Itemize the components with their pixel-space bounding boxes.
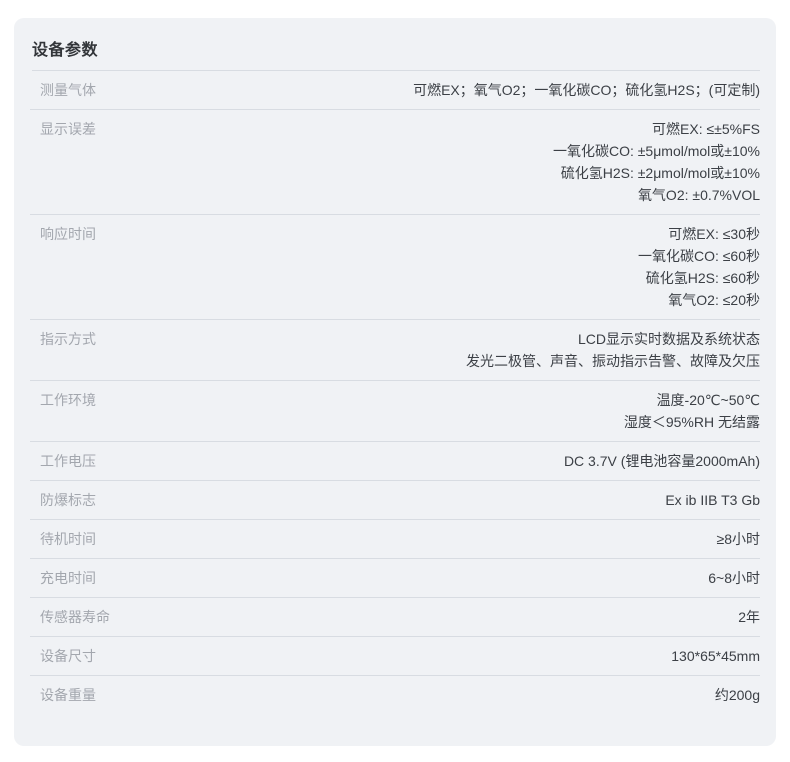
spec-row: 响应时间可燃EX: ≤30秒一氧化碳CO: ≤60秒硫化氢H2S: ≤60秒氧气… — [30, 215, 760, 320]
spec-value-line: 湿度＜95%RH 无结露 — [190, 411, 760, 433]
spec-value-line: 硫化氢H2S: ≤60秒 — [190, 267, 760, 289]
spec-label: 设备尺寸 — [40, 645, 190, 667]
spec-table: 测量气体可燃EX；氧气O2；一氧化碳CO；硫化氢H2S；(可定制)显示误差可燃E… — [30, 71, 760, 714]
spec-label: 测量气体 — [40, 79, 190, 101]
spec-row: 工作环境温度-20℃~50℃湿度＜95%RH 无结露 — [30, 381, 760, 442]
spec-value-line: 一氧化碳CO: ≤60秒 — [190, 245, 760, 267]
spec-value-line: 可燃EX: ≤±5%FS — [190, 118, 760, 140]
spec-value-line: 氧气O2: ±0.7%VOL — [190, 184, 760, 206]
spec-value: 温度-20℃~50℃湿度＜95%RH 无结露 — [190, 389, 760, 433]
spec-value-line: 130*65*45mm — [190, 645, 760, 667]
spec-value-line: 温度-20℃~50℃ — [190, 389, 760, 411]
spec-value-line: 氧气O2: ≤20秒 — [190, 289, 760, 311]
spec-label: 防爆标志 — [40, 489, 190, 511]
spec-value: ≥8小时 — [190, 528, 760, 550]
spec-label: 充电时间 — [40, 567, 190, 589]
spec-row: 显示误差可燃EX: ≤±5%FS一氧化碳CO: ±5μmol/mol或±10%硫… — [30, 110, 760, 215]
spec-label: 显示误差 — [40, 118, 190, 140]
spec-value-line: LCD显示实时数据及系统状态 — [190, 328, 760, 350]
spec-row: 指示方式LCD显示实时数据及系统状态发光二极管、声音、振动指示告警、故障及欠压 — [30, 320, 760, 381]
spec-label: 指示方式 — [40, 328, 190, 350]
spec-row: 充电时间6~8小时 — [30, 559, 760, 598]
spec-value: 可燃EX: ≤±5%FS一氧化碳CO: ±5μmol/mol或±10%硫化氢H2… — [190, 118, 760, 206]
spec-value-line: 6~8小时 — [190, 567, 760, 589]
spec-row: 设备重量约200g — [30, 676, 760, 714]
spec-row: 测量气体可燃EX；氧气O2；一氧化碳CO；硫化氢H2S；(可定制) — [30, 71, 760, 110]
spec-value-line: ≥8小时 — [190, 528, 760, 550]
spec-value-line: 约200g — [190, 684, 760, 706]
spec-value-line: 可燃EX: ≤30秒 — [190, 223, 760, 245]
spec-value: 可燃EX；氧气O2；一氧化碳CO；硫化氢H2S；(可定制) — [190, 79, 760, 101]
spec-row: 设备尺寸130*65*45mm — [30, 637, 760, 676]
spec-value-line: 发光二极管、声音、振动指示告警、故障及欠压 — [190, 350, 760, 372]
spec-row: 工作电压DC 3.7V (锂电池容量2000mAh) — [30, 442, 760, 481]
spec-value-line: Ex ib IIB T3 Gb — [190, 489, 760, 511]
spec-value-line: 硫化氢H2S: ±2μmol/mol或±10% — [190, 162, 760, 184]
device-parameters-card: 设备参数 测量气体可燃EX；氧气O2；一氧化碳CO；硫化氢H2S；(可定制)显示… — [14, 18, 776, 746]
spec-value: 130*65*45mm — [190, 645, 760, 667]
spec-value: 2年 — [190, 606, 760, 628]
spec-value-line: 可燃EX；氧气O2；一氧化碳CO；硫化氢H2S；(可定制) — [190, 79, 760, 101]
spec-label: 工作环境 — [40, 389, 190, 411]
spec-value-line: 一氧化碳CO: ±5μmol/mol或±10% — [190, 140, 760, 162]
page: 设备参数 测量气体可燃EX；氧气O2；一氧化碳CO；硫化氢H2S；(可定制)显示… — [0, 0, 790, 762]
spec-value-line: 2年 — [190, 606, 760, 628]
spec-label: 工作电压 — [40, 450, 190, 472]
spec-value: DC 3.7V (锂电池容量2000mAh) — [190, 450, 760, 472]
spec-row: 传感器寿命2年 — [30, 598, 760, 637]
spec-value: Ex ib IIB T3 Gb — [190, 489, 760, 511]
spec-label: 设备重量 — [40, 684, 190, 706]
spec-row: 待机时间≥8小时 — [30, 520, 760, 559]
spec-label: 响应时间 — [40, 223, 190, 245]
spec-value-line: DC 3.7V (锂电池容量2000mAh) — [190, 450, 760, 472]
spec-value: 可燃EX: ≤30秒一氧化碳CO: ≤60秒硫化氢H2S: ≤60秒氧气O2: … — [190, 223, 760, 311]
spec-row: 防爆标志Ex ib IIB T3 Gb — [30, 481, 760, 520]
spec-value: 6~8小时 — [190, 567, 760, 589]
spec-value: LCD显示实时数据及系统状态发光二极管、声音、振动指示告警、故障及欠压 — [190, 328, 760, 372]
spec-value: 约200g — [190, 684, 760, 706]
spec-label: 传感器寿命 — [40, 606, 190, 628]
section-title: 设备参数 — [32, 36, 760, 71]
spec-label: 待机时间 — [40, 528, 190, 550]
